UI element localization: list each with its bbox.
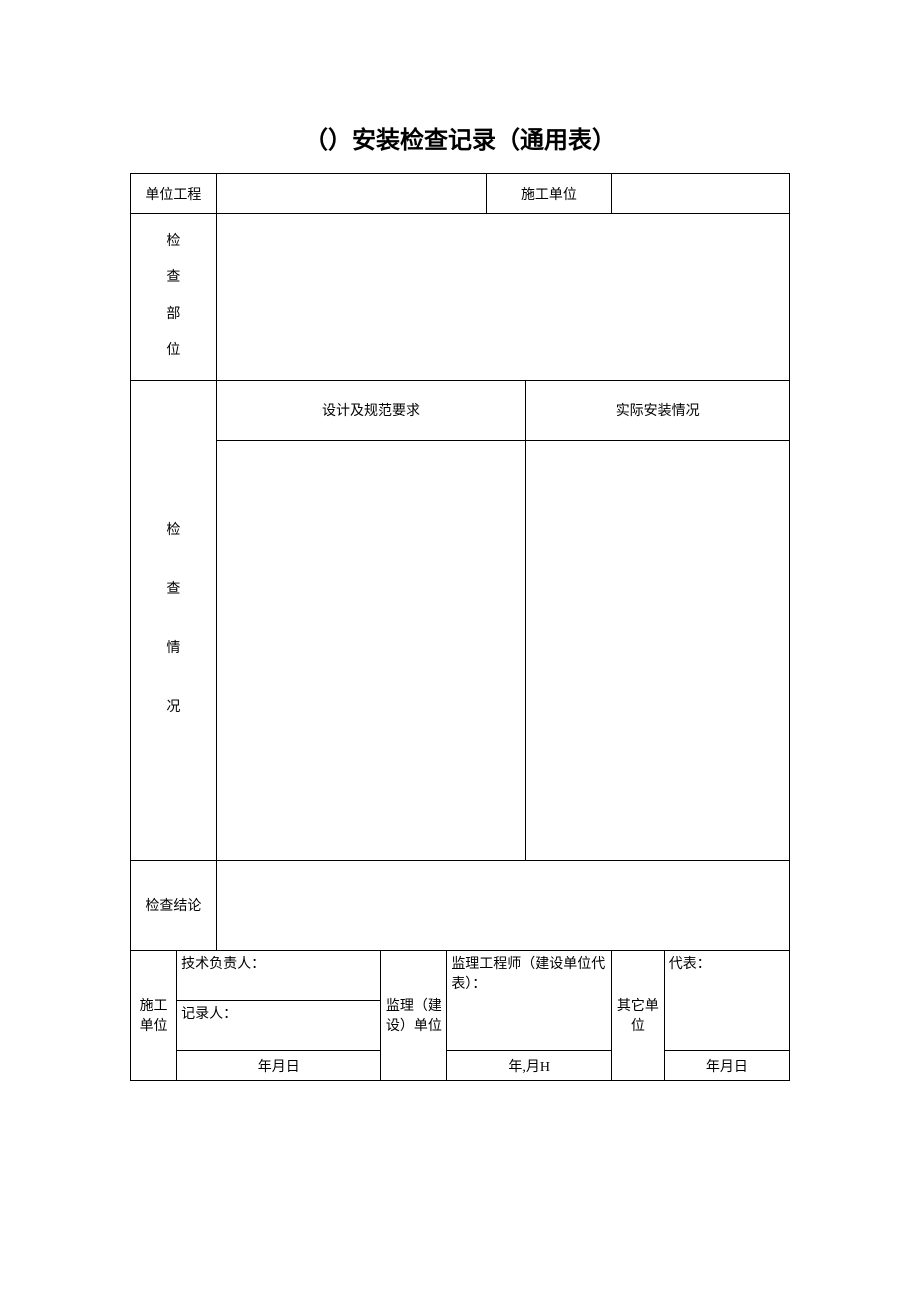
value-construction-unit: [612, 174, 790, 214]
label-representative: 代表：: [664, 950, 789, 1050]
label-construction-unit: 施工单位: [486, 174, 611, 214]
label-conclusion: 检查结论: [131, 860, 217, 950]
page-title: （）安装检查记录（通用表）: [130, 120, 790, 155]
header-actual-install: 实际安装情况: [526, 380, 790, 440]
label-inspect-position: 检 查 部 位: [131, 214, 217, 381]
header-design-req: 设计及规范要求: [216, 380, 526, 440]
label-signoff-construction-unit: 施工单位: [131, 950, 177, 1080]
label-unit-project: 单位工程: [131, 174, 217, 214]
value-design-req: [216, 440, 526, 860]
label-signoff-other-unit: 其它单位: [612, 950, 665, 1080]
value-conclusion: [216, 860, 789, 950]
value-actual-install: [526, 440, 790, 860]
date-other: 年月日: [664, 1050, 789, 1080]
label-supervision-engineer: 监理工程师（建设单位代表）：: [447, 950, 612, 1050]
date-construction: 年月日: [177, 1050, 381, 1080]
date-supervision: 年,月H: [447, 1050, 612, 1080]
label-tech-leader: 技术负责人：: [177, 950, 381, 1000]
label-inspect-situation: 检 查 情 况: [131, 380, 217, 860]
value-unit-project: [216, 174, 486, 214]
label-signoff-supervision-unit: 监理（建设）单位: [381, 950, 447, 1080]
inspection-record-table: 单位工程 施工单位 检 查 部 位 检 查 情 况 设计及规范要求 实际安: [130, 173, 790, 1081]
label-recorder: 记录人：: [177, 1000, 381, 1050]
value-inspect-position: [216, 214, 789, 381]
